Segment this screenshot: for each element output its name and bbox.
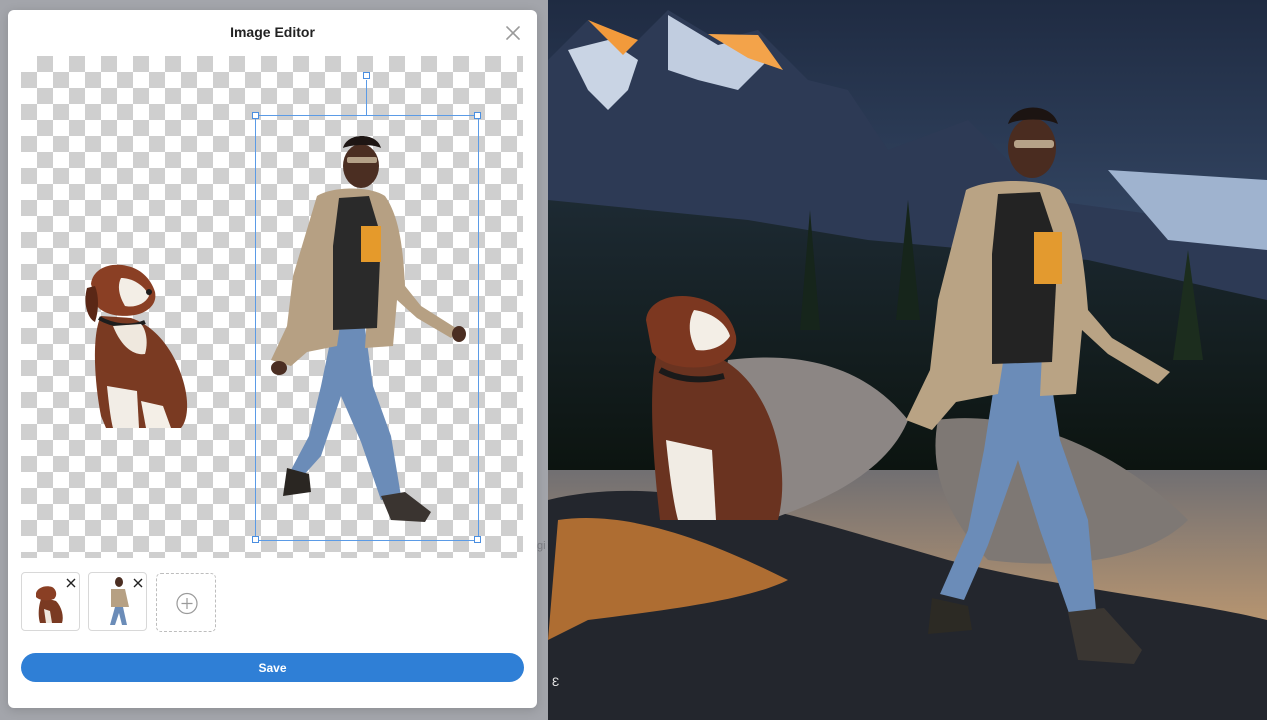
- composited-preview: [548, 0, 1267, 720]
- dialog-title: Image Editor: [230, 24, 315, 40]
- resize-handle-bottom-left[interactable]: [252, 536, 259, 543]
- add-layer-button[interactable]: [156, 573, 216, 632]
- thumbnail-person[interactable]: [88, 572, 147, 631]
- close-icon[interactable]: [66, 575, 76, 588]
- editor-canvas[interactable]: [21, 56, 523, 558]
- backdrop-text-fragment: gi: [537, 540, 546, 552]
- image-editor-dialog: Image Editor Save: [8, 10, 537, 708]
- corner-glyph: Ɛ: [552, 675, 560, 689]
- close-icon[interactable]: [504, 24, 522, 42]
- rotation-line: [366, 80, 367, 115]
- thumbnail-dog[interactable]: [21, 572, 80, 631]
- resize-handle-top-left[interactable]: [252, 112, 259, 119]
- rotate-handle[interactable]: [363, 72, 370, 79]
- resize-handle-top-right[interactable]: [474, 112, 481, 119]
- selection-box[interactable]: [255, 115, 479, 541]
- plus-circle-icon: [176, 592, 198, 615]
- resize-handle-bottom-right[interactable]: [474, 536, 481, 543]
- save-button[interactable]: Save: [21, 653, 524, 682]
- close-icon[interactable]: [133, 575, 143, 588]
